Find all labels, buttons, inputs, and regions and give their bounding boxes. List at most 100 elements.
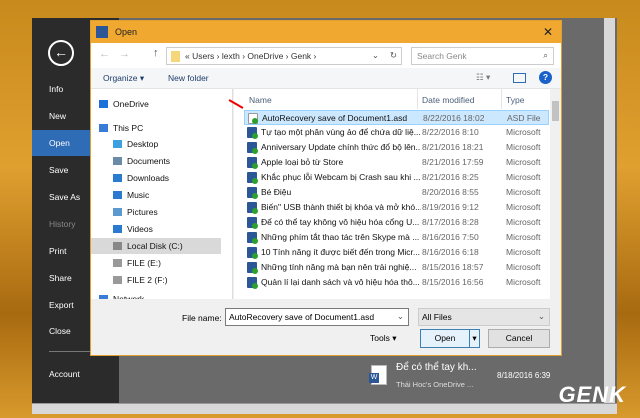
nav-item-this-pc[interactable]: This PC [91,120,221,136]
file-row[interactable]: Anniversary Update chính thức đổ bộ lên.… [244,140,549,155]
nav-item-onedrive[interactable]: OneDrive [91,96,221,112]
file-row[interactable]: Biến" USB thành thiết bị khóa và mở khó.… [244,200,549,215]
breadcrumb-item[interactable]: lexth [222,51,240,61]
file-type: Microsoft [506,202,541,212]
word-doc-icon [247,277,258,289]
file-type: Microsoft [506,262,541,272]
nav-item-downloads[interactable]: Downloads [91,170,221,186]
file-date: 8/16/2016 7:50 [422,232,479,242]
file-date: 8/21/2016 18:21 [422,142,484,152]
vertical-scrollbar[interactable] [604,18,615,403]
file-row[interactable]: 10 Tính năng ít được biết đến trong Micr… [244,245,549,260]
nav-item-local-disk-c-[interactable]: Local Disk (C:) [91,238,221,254]
file-type-select[interactable]: All Files ⌄ [418,308,550,326]
nav-item-pictures[interactable]: Pictures [91,204,221,220]
nav-item-videos[interactable]: Videos [91,221,221,237]
word-icon [96,26,108,38]
file-type: Microsoft [506,187,541,197]
nav-item-network[interactable]: Network [91,291,221,299]
open-label: Open [434,333,456,343]
up-icon[interactable]: ↑ [153,47,159,59]
nav-icon [99,124,108,132]
nav-item-file-2-f-[interactable]: FILE 2 (F:) [91,272,221,288]
help-icon[interactable]: ? [539,71,552,84]
file-row[interactable]: AutoRecovery save of Document1.asd 8/22/2… [244,110,549,125]
file-type: Microsoft [506,142,541,152]
breadcrumb-item[interactable]: Genk [291,51,311,61]
search-input[interactable]: Search Genk ⌕ [411,47,554,65]
back-arrow-icon[interactable]: ← [48,40,74,66]
file-name: Apple loại bỏ từ Store [261,157,344,167]
file-type: Microsoft [506,232,541,242]
file-row[interactable]: Quản lí lại danh sách và vô hiệu hóa thô… [244,275,549,290]
preview-pane-icon[interactable] [513,73,526,83]
file-row[interactable]: Những tính năng mà bạn nên trải nghiệ...… [244,260,549,275]
word-doc-icon [247,157,258,169]
nav-item-music[interactable]: Music [91,187,221,203]
nav-item-file-e-[interactable]: FILE (E:) [91,255,221,271]
file-name: Bé Điệu [261,187,292,197]
file-row[interactable]: Tự tạo một phân vùng ảo để chứa dữ liệ..… [244,125,549,140]
open-button[interactable]: Open ▾ [420,329,480,348]
file-date: 8/20/2016 8:55 [422,187,479,197]
menu-account[interactable]: Account [32,361,119,387]
file-list-scrollbar[interactable] [550,89,561,299]
search-placeholder: Search Genk [417,51,467,61]
address-row: ← → ↑ « Users › lexth › OneDrive › Genk … [91,43,561,68]
recent-location: Thái Hoc's OneDrive ... [396,380,474,389]
column-type[interactable]: Type [506,95,524,105]
toolbar: Organize ▾ New folder ☷ ▾ ? [91,68,561,89]
search-icon: ⌕ [543,50,548,60]
breadcrumb: « Users › lexth › OneDrive › Genk › [185,51,317,61]
column-name[interactable]: Name [249,95,272,105]
folder-icon [171,51,180,62]
word-doc-icon: W [369,365,387,385]
file-date: 8/22/2016 8:10 [422,127,479,137]
file-type: Microsoft [506,247,541,257]
nav-item-desktop[interactable]: Desktop [91,136,221,152]
file-name-label: File name: [182,313,222,323]
file-date: 8/15/2016 16:56 [422,277,484,287]
file-name: Tự tạo một phân vùng ảo để chứa dữ liệ..… [261,127,421,137]
breadcrumb-item[interactable]: OneDrive [247,51,283,61]
tools-label: Tools [370,333,390,343]
file-row[interactable]: Apple loại bỏ từ Store 8/21/2016 17:59 Mic… [244,155,549,170]
file-date: 8/16/2016 6:18 [422,247,479,257]
nav-label: OneDrive [113,99,149,109]
nav-item-documents[interactable]: Documents [91,153,221,169]
word-doc-icon [247,232,258,244]
column-date[interactable]: Date modified [422,95,474,105]
file-type: Microsoft [506,172,541,182]
word-doc-icon [247,127,258,139]
nav-label: FILE (E:) [127,258,162,268]
word-doc-icon [247,172,258,184]
new-folder-button[interactable]: New folder [168,73,209,83]
file-date: 8/21/2016 8:25 [422,172,479,182]
breadcrumb-item[interactable]: Users [192,51,214,61]
file-name: 10 Tính năng ít được biết đến trong Micr… [261,247,421,257]
forward-icon[interactable]: → [119,48,130,60]
file-name-input[interactable]: AutoRecovery save of Document1.asd ⌄ [225,308,409,326]
chevron-down-icon[interactable]: ⌄ [397,311,404,322]
cancel-button[interactable]: Cancel [488,329,550,348]
nav-icon [113,174,122,182]
address-bar[interactable]: « Users › lexth › OneDrive › Genk › ⌄ ↻ [166,47,402,65]
organize-button[interactable]: Organize ▾ [103,73,144,84]
close-icon[interactable]: ✕ [543,21,553,43]
chevron-down-icon[interactable]: ⌄ [372,50,379,61]
back-icon[interactable]: ← [99,48,110,60]
horizontal-scrollbar[interactable] [32,403,617,414]
file-row[interactable]: Những phím tắt thao tác trên Skype mà ..… [244,230,549,245]
word-doc-icon [247,202,258,214]
file-row[interactable]: Khắc phục lỗi Webcam bị Crash sau khi ..… [244,170,549,185]
open-dropdown-icon[interactable]: ▾ [469,330,479,347]
open-dialog: Open ✕ ← → ↑ « Users › lexth › OneDrive … [90,20,562,356]
file-row[interactable]: Bé Điệu 8/20/2016 8:55 Microsoft [244,185,549,200]
view-options-icon[interactable]: ☷ ▾ [476,72,490,83]
nav-label: This PC [113,123,144,133]
file-row[interactable]: Để có thể tay không vô hiệu hóa cổng U..… [244,215,549,230]
refresh-icon[interactable]: ↻ [390,50,397,61]
navigation-pane: OneDrive This PC Desktop Documents Downloads… [91,89,233,299]
file-name: Những phím tắt thao tác trên Skype mà ..… [261,232,420,242]
tools-button[interactable]: Tools ▾ [370,333,396,344]
